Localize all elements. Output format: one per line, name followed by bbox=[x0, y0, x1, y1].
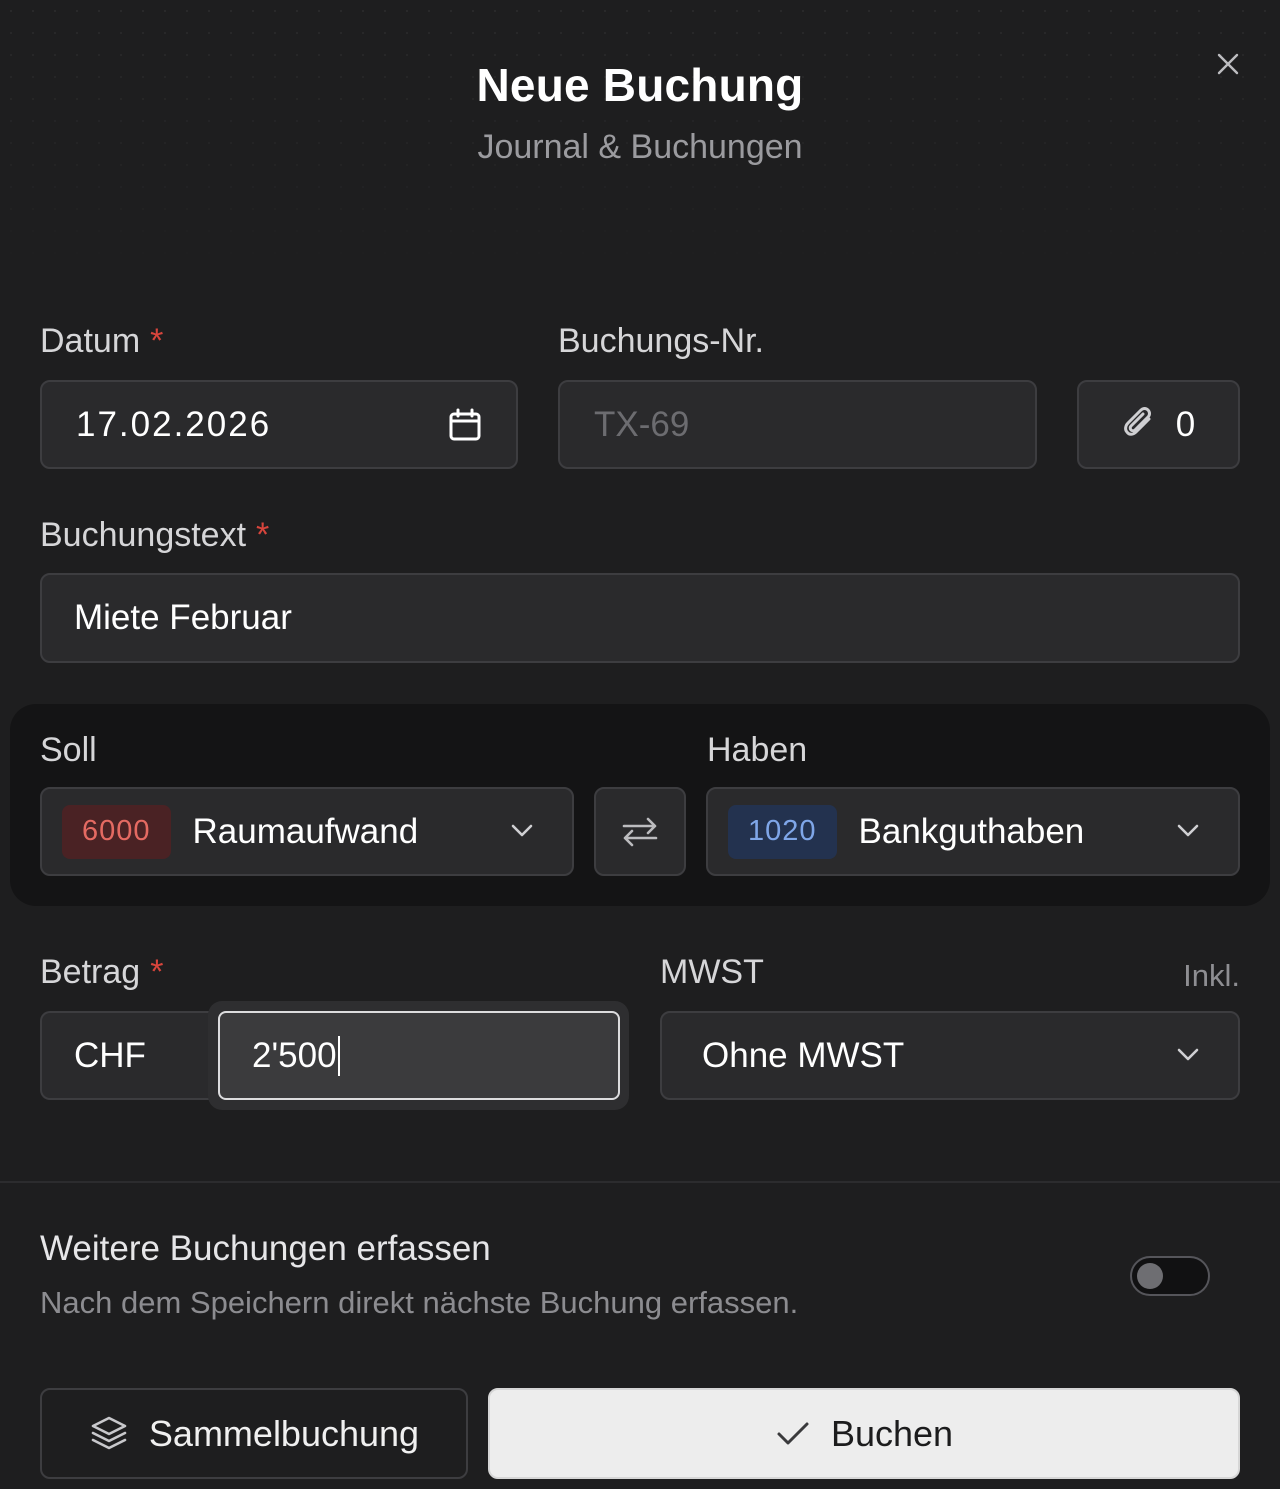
amount-input[interactable]: 2'500 bbox=[218, 1011, 620, 1100]
chevron-down-icon bbox=[1177, 824, 1199, 837]
booking-text-value: Miete Februar bbox=[74, 598, 292, 637]
more-bookings-toggle[interactable] bbox=[1130, 1256, 1210, 1296]
submit-booking-label: Buchen bbox=[830, 1412, 954, 1454]
date-field[interactable]: 17.02.2026 bbox=[40, 380, 518, 469]
swap-accounts-button[interactable] bbox=[594, 787, 686, 876]
dialog-subtitle: Journal & Buchungen bbox=[477, 128, 803, 166]
chevron-down-icon bbox=[1177, 1048, 1199, 1061]
debit-label: Soll bbox=[40, 731, 97, 769]
amount-label: Betrag * bbox=[40, 953, 163, 992]
required-mark: * bbox=[256, 516, 270, 554]
vat-select[interactable]: Ohne MWST bbox=[660, 1011, 1240, 1100]
booking-text-label-text: Buchungstext bbox=[40, 516, 247, 554]
currency-value: CHF bbox=[74, 1035, 146, 1075]
credit-account-number-badge: 1020 bbox=[728, 804, 837, 859]
required-mark: * bbox=[150, 322, 164, 360]
layers-icon bbox=[91, 1416, 127, 1449]
more-bookings-description: Nach dem Speichern direkt nächste Buchun… bbox=[40, 1285, 799, 1320]
amount-label-text: Betrag bbox=[40, 953, 141, 991]
footer-divider bbox=[0, 1181, 1280, 1183]
required-mark: * bbox=[150, 953, 164, 991]
paperclip-icon bbox=[1123, 406, 1151, 436]
credit-label: Haben bbox=[707, 731, 808, 769]
amount-value: 2'500 bbox=[252, 1035, 337, 1075]
credit-account-select[interactable]: 1020 Bankguthaben bbox=[706, 787, 1240, 876]
new-booking-dialog: Neue Buchung Journal & Buchungen Datum * … bbox=[0, 0, 1280, 1489]
text-cursor bbox=[337, 1035, 340, 1076]
booking-number-placeholder: TX-69 bbox=[594, 404, 690, 444]
date-value: 17.02.2026 bbox=[76, 404, 272, 444]
toggle-knob bbox=[1137, 1263, 1163, 1289]
chevron-down-icon bbox=[511, 824, 533, 837]
check-icon bbox=[777, 1422, 809, 1444]
booking-text-input[interactable]: Miete Februar bbox=[40, 573, 1240, 663]
calendar-icon[interactable] bbox=[448, 408, 482, 442]
booking-number-label: Buchungs-Nr. bbox=[558, 322, 764, 360]
date-label-text: Datum bbox=[40, 322, 141, 360]
booking-number-input[interactable]: TX-69 bbox=[558, 380, 1037, 469]
batch-booking-label: Sammelbuchung bbox=[148, 1412, 420, 1454]
booking-text-label: Buchungstext * bbox=[40, 516, 269, 555]
date-label: Datum * bbox=[40, 322, 163, 361]
vat-value: Ohne MWST bbox=[702, 1035, 905, 1075]
debit-account-select[interactable]: 6000 Raumaufwand bbox=[40, 787, 574, 876]
attachments-count: 0 bbox=[1175, 404, 1196, 444]
attachments-button[interactable]: 0 bbox=[1077, 380, 1240, 469]
debit-account-name: Raumaufwand bbox=[192, 811, 419, 851]
submit-booking-button[interactable]: Buchen bbox=[488, 1388, 1240, 1479]
vat-mode-toggle[interactable]: Inkl. bbox=[1183, 958, 1240, 994]
dialog-title: Neue Buchung bbox=[476, 59, 804, 111]
batch-booking-button[interactable]: Sammelbuchung bbox=[40, 1388, 468, 1479]
debit-account-number-badge: 6000 bbox=[62, 804, 171, 859]
more-bookings-title: Weitere Buchungen erfassen bbox=[40, 1229, 491, 1268]
swap-arrows-icon bbox=[622, 817, 658, 846]
credit-account-name: Bankguthaben bbox=[858, 811, 1085, 851]
vat-label: MWST bbox=[660, 953, 764, 991]
